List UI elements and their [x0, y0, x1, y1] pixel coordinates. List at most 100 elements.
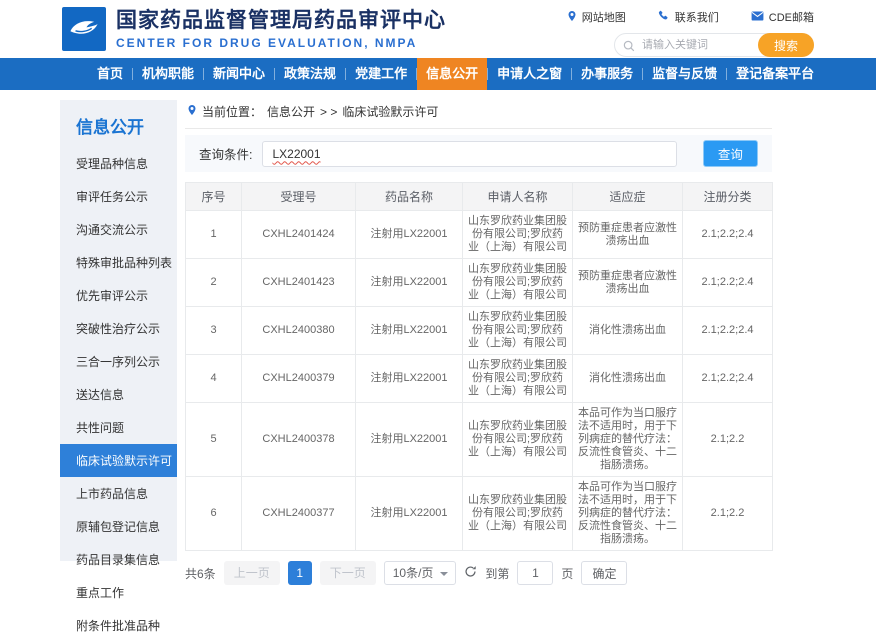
mailbox-link[interactable]: CDE邮箱 [751, 9, 814, 25]
table-row: 2CXHL2401423注射用LX22001山东罗欣药业集团股份有限公司;罗欣药… [186, 259, 773, 307]
page-number-button[interactable]: 1 [288, 561, 312, 585]
table-header-row: 序号受理号药品名称申请人名称适应症注册分类 [186, 183, 773, 211]
sidebar-title: 信息公开 [60, 100, 177, 147]
brand-text: 国家药品监督管理局药品审评中心 CENTER FOR DRUG EVALUATI… [116, 9, 446, 50]
table-cell: 注射用LX22001 [356, 477, 463, 551]
table-cell: CXHL2401423 [242, 259, 356, 307]
sidebar-item-4[interactable]: 优先审评公示 [60, 279, 177, 312]
table-cell: 5 [186, 403, 242, 477]
sidebar-item-1[interactable]: 审评任务公示 [60, 180, 177, 213]
sidebar-item-6[interactable]: 三合一序列公示 [60, 345, 177, 378]
nav-item-4[interactable]: 党建工作 [346, 58, 416, 90]
table-row: 6CXHL2400377注射用LX22001山东罗欣药业集团股份有限公司;罗欣药… [186, 477, 773, 551]
table-cell: CXHL2401424 [242, 211, 356, 259]
breadcrumb-prefix: 当前位置： [202, 103, 262, 120]
table-cell: 注射用LX22001 [356, 355, 463, 403]
table-cell: 消化性溃疡出血 [573, 307, 683, 355]
next-page-button[interactable]: 下一页 [320, 561, 376, 585]
breadcrumb-section[interactable]: 信息公开 [267, 103, 315, 120]
site-header: 国家药品监督管理局药品审评中心 CENTER FOR DRUG EVALUATI… [0, 0, 876, 58]
table-cell: 2.1;2.2;2.4 [683, 307, 773, 355]
goto-label: 到第 [485, 565, 509, 582]
table-cell: 6 [186, 477, 242, 551]
table-cell: 山东罗欣药业集团股份有限公司;罗欣药业（上海）有限公司 [463, 307, 573, 355]
column-header-1: 受理号 [242, 183, 356, 211]
sitemap-label: 网站地图 [582, 9, 626, 25]
sidebar: 信息公开 受理品种信息审评任务公示沟通交流公示特殊审批品种列表优先审评公示突破性… [60, 100, 177, 561]
sidebar-item-14[interactable]: 附条件批准品种 [60, 609, 177, 642]
results-tbody: 1CXHL2401424注射用LX22001山东罗欣药业集团股份有限公司;罗欣药… [186, 211, 773, 551]
breadcrumb-current[interactable]: 临床试验默示许可 [342, 103, 438, 120]
table-cell: 预防重症患者应激性溃疡出血 [573, 211, 683, 259]
map-pin-icon [567, 10, 577, 25]
sidebar-item-5[interactable]: 突破性治疗公示 [60, 312, 177, 345]
mail-icon [751, 11, 764, 24]
table-cell: CXHL2400380 [242, 307, 356, 355]
prev-page-button[interactable]: 上一页 [224, 561, 280, 585]
site-search: 搜索 [614, 33, 814, 57]
sidebar-item-9[interactable]: 临床试验默示许可 [60, 444, 177, 477]
refresh-button[interactable] [464, 565, 477, 581]
logo-swoosh-icon [67, 12, 101, 47]
column-header-5: 注册分类 [683, 183, 773, 211]
sidebar-item-7[interactable]: 送达信息 [60, 378, 177, 411]
refresh-icon [464, 565, 477, 581]
page-size-select[interactable]: 10条/页 [384, 561, 457, 585]
table-cell: 山东罗欣药业集团股份有限公司;罗欣药业（上海）有限公司 [463, 355, 573, 403]
nav-item-9[interactable]: 登记备案平台 [727, 58, 823, 90]
query-input[interactable]: LX22001 [262, 141, 676, 167]
sidebar-item-13[interactable]: 重点工作 [60, 576, 177, 609]
sidebar-item-10[interactable]: 上市药品信息 [60, 477, 177, 510]
table-cell: 山东罗欣药业集团股份有限公司;罗欣药业（上海）有限公司 [463, 259, 573, 307]
breadcrumb-separator: > > [320, 105, 337, 119]
sidebar-item-3[interactable]: 特殊审批品种列表 [60, 246, 177, 279]
table-cell: CXHL2400378 [242, 403, 356, 477]
table-cell: 消化性溃疡出血 [573, 355, 683, 403]
sidebar-menu: 受理品种信息审评任务公示沟通交流公示特殊审批品种列表优先审评公示突破性治疗公示三… [60, 147, 177, 642]
nav-item-7[interactable]: 办事服务 [572, 58, 642, 90]
column-header-0: 序号 [186, 183, 242, 211]
table-cell: 1 [186, 211, 242, 259]
contact-label: 联系我们 [675, 9, 719, 25]
nav-item-0[interactable]: 首页 [88, 58, 132, 90]
nav-item-5[interactable]: 信息公开 [417, 58, 487, 90]
location-pin-icon [187, 104, 197, 119]
sitemap-link[interactable]: 网站地图 [567, 9, 626, 25]
contact-link[interactable]: 联系我们 [658, 9, 719, 25]
table-cell: 2.1;2.2;2.4 [683, 355, 773, 403]
sidebar-item-2[interactable]: 沟通交流公示 [60, 213, 177, 246]
nav-item-3[interactable]: 政策法规 [275, 58, 345, 90]
table-cell: 山东罗欣药业集团股份有限公司;罗欣药业（上海）有限公司 [463, 477, 573, 551]
nav-item-8[interactable]: 监督与反馈 [643, 58, 726, 90]
table-cell: 山东罗欣药业集团股份有限公司;罗欣药业（上海）有限公司 [463, 211, 573, 259]
sidebar-item-0[interactable]: 受理品种信息 [60, 147, 177, 180]
column-header-3: 申请人名称 [463, 183, 573, 211]
nav-item-2[interactable]: 新闻中心 [204, 58, 274, 90]
main-nav: 首页机构职能新闻中心政策法规党建工作信息公开申请人之窗办事服务监督与反馈登记备案… [0, 58, 876, 90]
utility-links: 网站地图 联系我们 CDE邮箱 [567, 9, 814, 25]
table-cell: 3 [186, 307, 242, 355]
sidebar-item-12[interactable]: 药品目录集信息 [60, 543, 177, 576]
table-row: 5CXHL2400378注射用LX22001山东罗欣药业集团股份有限公司;罗欣药… [186, 403, 773, 477]
mailbox-label: CDE邮箱 [769, 9, 814, 25]
column-header-4: 适应症 [573, 183, 683, 211]
cde-logo [62, 7, 106, 51]
query-bar: 查询条件: LX22001 查询 [185, 135, 772, 172]
column-header-2: 药品名称 [356, 183, 463, 211]
search-button[interactable]: 搜索 [758, 33, 814, 57]
page-body: 信息公开 受理品种信息审评任务公示沟通交流公示特殊审批品种列表优先审评公示突破性… [0, 100, 876, 585]
site-title: 国家药品监督管理局药品审评中心 [116, 9, 446, 33]
table-cell: 4 [186, 355, 242, 403]
nav-item-1[interactable]: 机构职能 [133, 58, 203, 90]
nav-item-6[interactable]: 申请人之窗 [488, 58, 571, 90]
query-value: LX22001 [272, 147, 320, 161]
table-cell: CXHL2400379 [242, 355, 356, 403]
table-cell: 山东罗欣药业集团股份有限公司;罗欣药业（上海）有限公司 [463, 403, 573, 477]
table-cell: 2.1;2.2;2.4 [683, 211, 773, 259]
sidebar-item-11[interactable]: 原辅包登记信息 [60, 510, 177, 543]
goto-page-input[interactable] [517, 561, 553, 585]
goto-confirm-button[interactable]: 确定 [581, 561, 627, 585]
sidebar-item-8[interactable]: 共性问题 [60, 411, 177, 444]
total-count: 共6条 [185, 565, 216, 582]
query-button[interactable]: 查询 [703, 140, 758, 167]
